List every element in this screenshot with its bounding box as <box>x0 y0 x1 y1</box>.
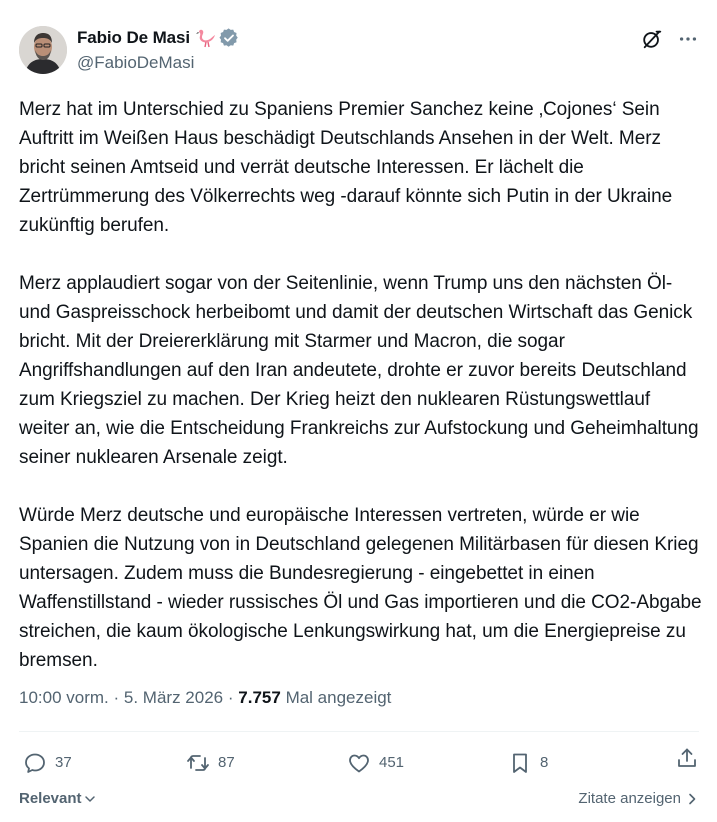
views-count: 7.757 <box>238 688 281 707</box>
display-name[interactable]: Fabio De Masi <box>77 27 190 49</box>
view-quotes-link[interactable]: Zitate anzeigen <box>578 790 699 807</box>
share-button[interactable] <box>675 746 699 770</box>
repost-count: 87 <box>218 754 235 771</box>
author-handle[interactable]: @FabioDeMasi <box>77 52 239 74</box>
tweet-actions: 37 87 451 8 <box>19 746 699 780</box>
avatar[interactable] <box>19 26 67 74</box>
tweet-footer: Relevant Zitate anzeigen <box>19 788 699 814</box>
sort-label: Relevant <box>19 790 82 807</box>
tweet-date[interactable]: 5. März 2026 <box>124 688 223 707</box>
flamingo-icon <box>196 29 216 48</box>
meta-separator: · <box>227 688 234 707</box>
chevron-down-icon <box>84 795 95 802</box>
meta-separator: · <box>113 688 120 707</box>
reply-icon <box>25 753 45 773</box>
tweet-paragraph-1: Merz hat im Unterschied zu Spaniens Prem… <box>19 99 673 236</box>
more-options-icon[interactable] <box>677 28 699 50</box>
repost-button[interactable]: 87 <box>186 746 235 780</box>
bookmark-button[interactable]: 8 <box>508 746 548 780</box>
tweet-metadata: 10:00 vorm. · 5. März 2026 · 7.757 Mal a… <box>19 686 391 710</box>
verified-badge-icon[interactable] <box>219 28 239 48</box>
repost-icon <box>187 755 209 771</box>
like-button[interactable]: 451 <box>347 746 404 780</box>
like-count: 451 <box>379 754 405 771</box>
heart-icon <box>349 754 369 773</box>
reply-count: 37 <box>55 754 72 771</box>
tweet-time[interactable]: 10:00 vorm. <box>19 688 109 707</box>
bookmark-icon <box>513 753 527 773</box>
bookmark-count: 8 <box>540 754 549 771</box>
tweet-header: Fabio De Masi @FabioDeMasi <box>19 22 699 74</box>
tweet-paragraph-3: Würde Merz deutsche und europäische Inte… <box>19 505 702 671</box>
grok-icon[interactable] <box>641 28 663 50</box>
author-names: Fabio De Masi @FabioDeMasi <box>77 27 239 74</box>
reply-button[interactable]: 37 <box>23 746 72 780</box>
tweet-paragraph-2: Merz applaudiert sogar von der Seitenlin… <box>19 273 699 468</box>
chevron-right-icon <box>689 793 696 804</box>
share-icon <box>678 748 696 767</box>
views-label: Mal angezeigt <box>285 688 392 707</box>
sort-dropdown[interactable]: Relevant <box>19 790 96 807</box>
quotes-label: Zitate anzeigen <box>578 790 681 807</box>
tweet-top-actions <box>641 28 699 50</box>
divider <box>19 731 699 732</box>
tweet-text: Merz hat im Unterschied zu Spaniens Prem… <box>19 95 703 704</box>
